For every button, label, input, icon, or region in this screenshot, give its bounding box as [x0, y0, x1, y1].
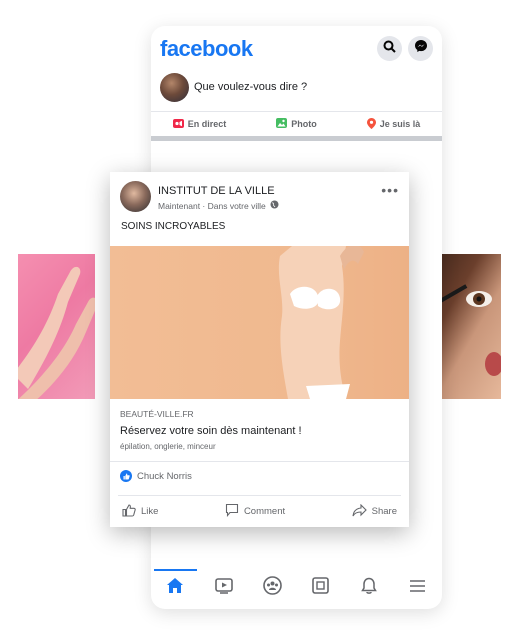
post-meta-text: Maintenant · Dans votre ville — [158, 200, 266, 211]
location-pin-icon — [366, 117, 376, 131]
share-button[interactable]: Share — [348, 503, 401, 520]
sponsored-post-card: INSTITUT DE LA VILLE Maintenant · Dans v… — [110, 172, 409, 527]
like-reaction-icon — [120, 470, 132, 482]
pages-icon — [312, 577, 330, 599]
link-preview[interactable]: BEAUTÉ-VILLE.FR Réservez votre soin dès … — [110, 399, 409, 462]
facebook-logo: facebook — [160, 36, 253, 61]
post-text: SOINS INCROYABLES — [121, 221, 226, 232]
checkin-label: Je suis là — [379, 119, 421, 129]
post-image[interactable] — [110, 246, 409, 399]
bottom-navigation — [151, 567, 442, 609]
nav-notifications[interactable] — [345, 567, 394, 609]
share-label: Share — [371, 506, 397, 517]
search-button[interactable] — [377, 36, 402, 61]
post-actions: Like Comment Share — [118, 495, 401, 527]
nav-home[interactable] — [151, 567, 200, 609]
globe-icon — [270, 200, 279, 211]
live-video-icon — [172, 118, 184, 130]
post-meta: Maintenant · Dans votre ville — [158, 200, 279, 211]
composer-input[interactable]: Que voulez-vous dire ? — [194, 81, 307, 93]
live-button[interactable]: En direct — [151, 112, 248, 136]
video-icon — [214, 577, 233, 599]
link-description: épilation, onglerie, minceur — [120, 442, 216, 451]
nav-pages[interactable] — [297, 567, 346, 609]
share-icon — [352, 503, 367, 520]
live-label: En direct — [187, 119, 227, 129]
search-icon — [383, 40, 396, 58]
nav-watch[interactable] — [200, 567, 249, 609]
feed-divider — [151, 136, 442, 141]
groups-icon — [262, 576, 282, 600]
photo-icon — [276, 118, 288, 130]
more-options-icon[interactable]: ••• — [381, 182, 399, 198]
nav-menu[interactable] — [394, 567, 443, 609]
like-label: Like — [141, 506, 159, 517]
messenger-icon — [414, 39, 428, 58]
comment-label: Comment — [243, 506, 286, 517]
messenger-button[interactable] — [408, 36, 433, 61]
page-name[interactable]: INSTITUT DE LA VILLE — [158, 185, 275, 197]
composer-actions: En direct Photo Je suis là — [151, 111, 442, 136]
reaction-name: Chuck Norris — [137, 470, 192, 482]
reactions[interactable]: Chuck Norris — [120, 470, 192, 482]
link-domain: BEAUTÉ-VILLE.FR — [120, 409, 194, 419]
like-button[interactable]: Like — [118, 503, 162, 520]
notifications-icon — [361, 577, 378, 600]
checkin-button[interactable]: Je suis là — [345, 112, 442, 136]
photo-label: Photo — [291, 119, 317, 129]
user-avatar[interactable] — [160, 73, 189, 102]
home-icon — [166, 577, 184, 599]
comment-icon — [225, 503, 239, 520]
legs-photo — [18, 254, 95, 399]
photo-button[interactable]: Photo — [248, 112, 345, 136]
page-avatar[interactable] — [120, 181, 151, 212]
nav-groups[interactable] — [248, 567, 297, 609]
menu-icon — [409, 579, 426, 598]
thumbs-up-icon — [122, 503, 136, 520]
link-title[interactable]: Réservez votre soin dès maintenant ! — [120, 425, 302, 437]
comment-button[interactable]: Comment — [221, 503, 289, 520]
